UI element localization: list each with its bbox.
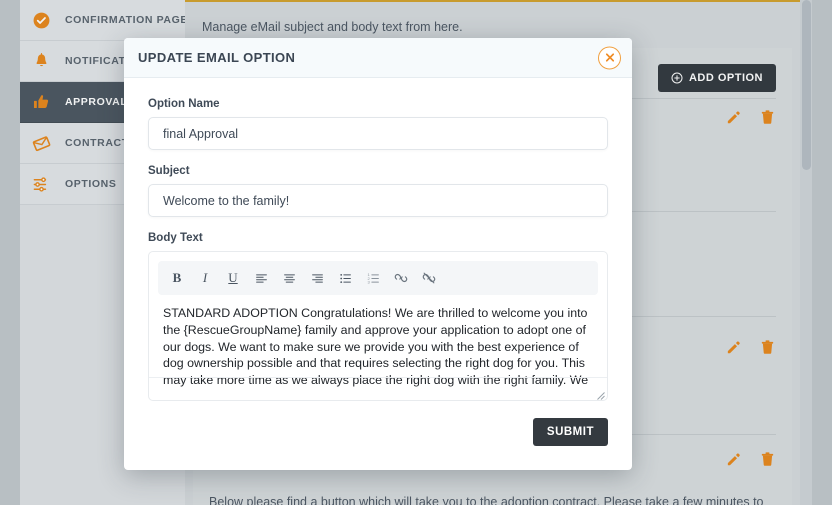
- body-text-field-group: Body Text B I U 1 2 3 STANDARD ADOPTION …: [148, 232, 608, 401]
- body-text-editable[interactable]: STANDARD ADOPTION Congratulations! We ar…: [149, 295, 607, 393]
- align-left-icon[interactable]: [248, 265, 274, 291]
- subject-field-group: Subject: [148, 165, 608, 217]
- body-text-label: Body Text: [148, 232, 203, 244]
- subject-label: Subject: [148, 165, 190, 177]
- resize-handle[interactable]: [594, 387, 605, 400]
- option-name-field-group: Option Name: [148, 98, 608, 150]
- submit-button[interactable]: SUBMIT: [532, 418, 608, 446]
- rich-text-editor: B I U 1 2 3 STANDARD ADOPTION Congratula…: [148, 251, 608, 401]
- modal-title: UPDATE EMAIL OPTION: [138, 50, 296, 65]
- option-name-label: Option Name: [148, 98, 220, 110]
- editor-divider: [149, 377, 607, 378]
- svg-text:3: 3: [367, 279, 370, 284]
- modal-header: UPDATE EMAIL OPTION: [124, 38, 632, 78]
- close-icon[interactable]: [598, 46, 621, 69]
- align-center-icon[interactable]: [276, 265, 302, 291]
- unlink-icon[interactable]: [416, 265, 442, 291]
- option-name-input[interactable]: [148, 117, 608, 150]
- unordered-list-icon[interactable]: [332, 265, 358, 291]
- underline-icon[interactable]: U: [220, 265, 246, 291]
- app-root: CONFIRMATION PAGES NOTIFICATION APPROVAL…: [0, 0, 832, 505]
- italic-icon[interactable]: I: [192, 265, 218, 291]
- modal-footer: SUBMIT: [148, 408, 608, 470]
- modal-body: Option Name Subject Body Text B I U: [124, 78, 632, 401]
- link-icon[interactable]: [388, 265, 414, 291]
- bold-icon[interactable]: B: [164, 265, 190, 291]
- subject-input[interactable]: [148, 184, 608, 217]
- ordered-list-icon[interactable]: 123: [360, 265, 386, 291]
- editor-toolbar: B I U 1 2 3: [158, 261, 598, 295]
- update-email-option-modal: UPDATE EMAIL OPTION Option Name Subject …: [124, 38, 632, 470]
- align-right-icon[interactable]: [304, 265, 330, 291]
